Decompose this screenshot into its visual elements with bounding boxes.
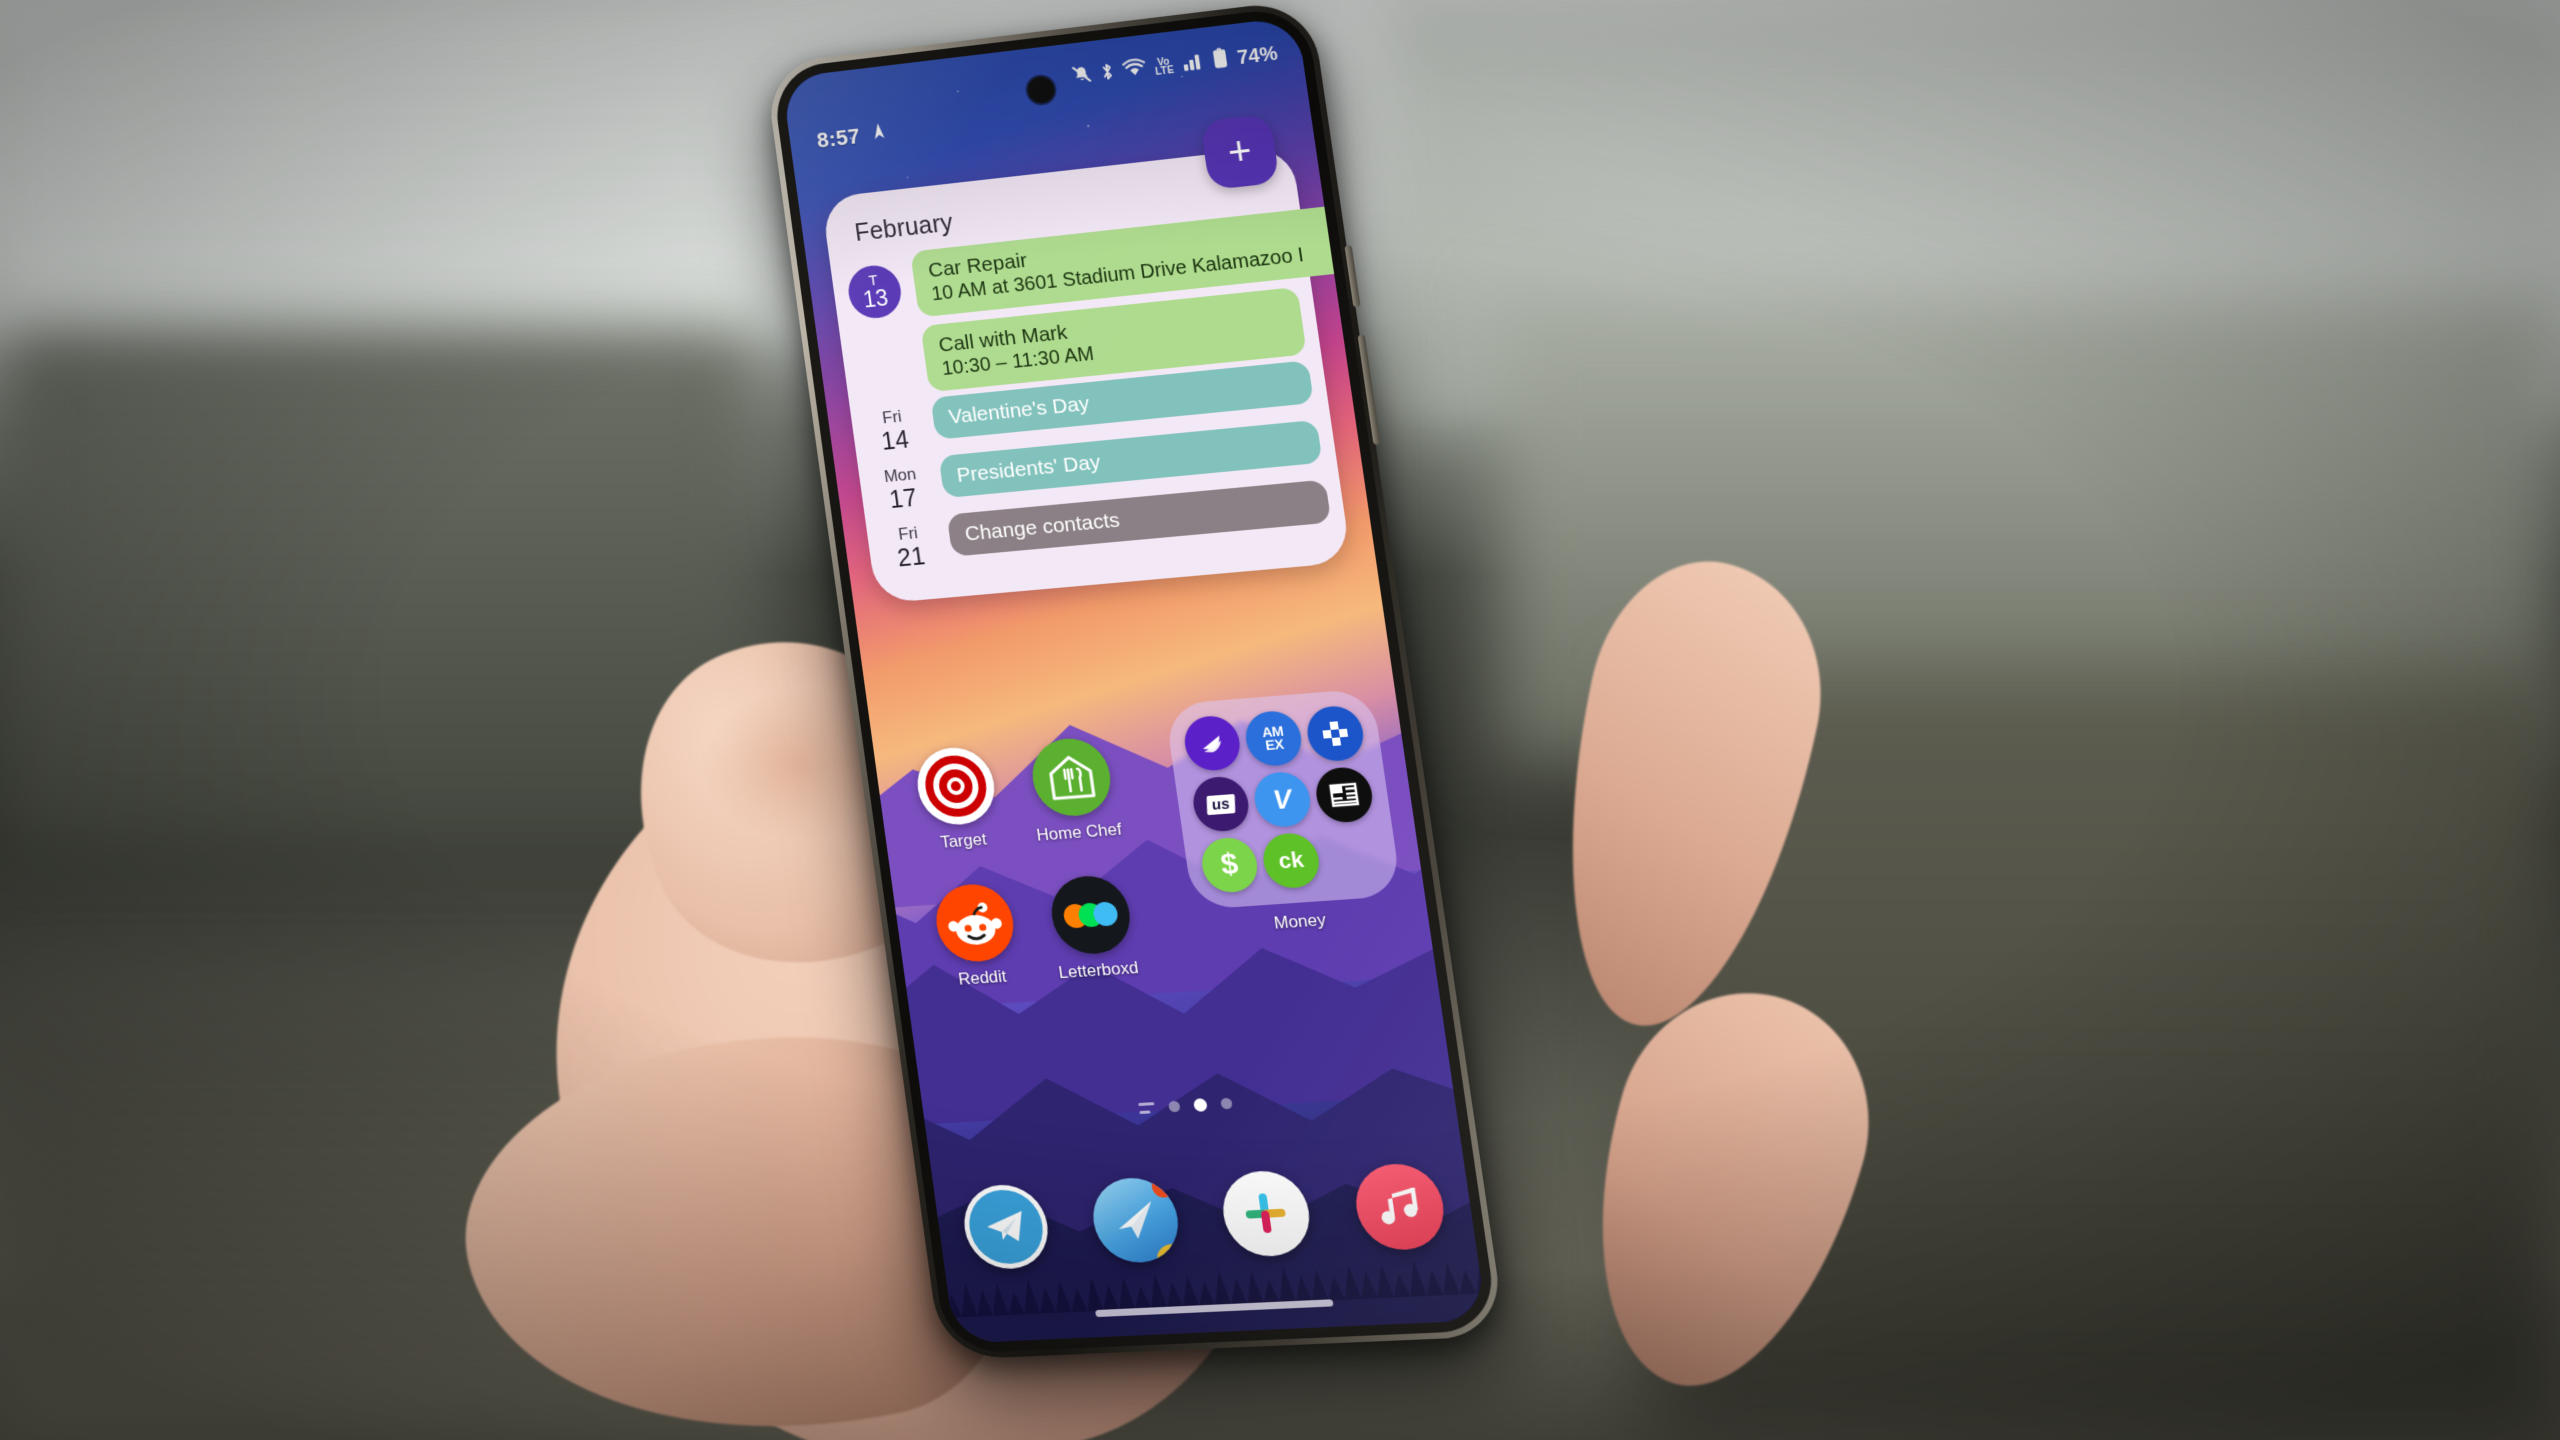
screenshot-scene: 8:57	[0, 0, 2560, 1440]
image-vignette	[0, 0, 2560, 1440]
